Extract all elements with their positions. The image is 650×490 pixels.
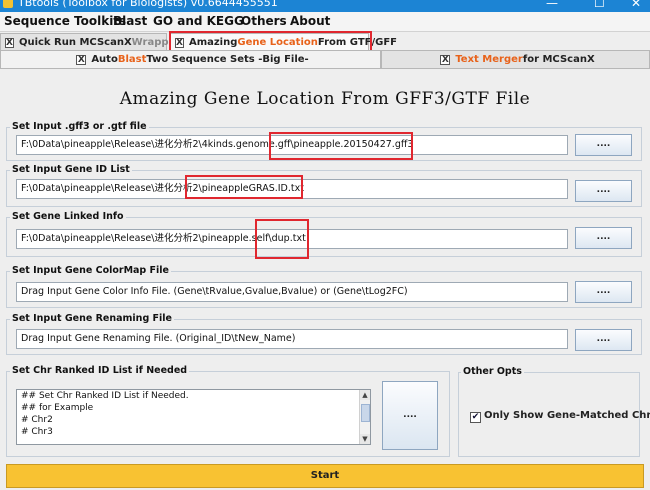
tab-auto-blast[interactable]: X Auto Blast Two Sequence Sets -Big File… [0,50,381,69]
menu-about[interactable]: About [290,14,330,28]
textarea-line: # Chr2 [21,415,53,425]
page-title: Amazing Gene Location From GFF3/GTF File [119,89,531,109]
gff-browse-button[interactable]: .... [575,134,632,156]
window-title: TBtools (Toolbox for Biologists) v0.6644… [18,0,278,9]
linked-label: Set Gene Linked Info [10,211,126,222]
menu-others[interactable]: Others [241,14,287,28]
gene-matched-checkbox[interactable]: ✔ [470,412,481,423]
minimize-icon[interactable]: — [546,0,558,10]
gene-matched-label: Only Show Gene-Matched Chr [484,410,650,421]
renaming-browse-button[interactable]: .... [575,329,632,351]
tab-close-icon[interactable]: X [5,37,14,48]
tab-close-icon[interactable]: X [76,54,87,65]
textarea-line: ## Set Chr Ranked ID List if Needed. [21,391,189,401]
chrlist-label: Set Chr Ranked ID List if Needed [10,365,190,376]
chr-list-textarea[interactable]: ## Set Chr Ranked ID List if Needed. ## … [16,389,371,445]
maximize-icon[interactable]: ☐ [594,0,605,10]
textarea-line: # Chr3 [21,427,53,437]
colormap-label: Set Input Gene ColorMap File [10,265,171,276]
scroll-up-icon[interactable]: ▲ [360,390,370,400]
tab-close-icon[interactable]: X [440,54,451,65]
gff-label: Set Input .gff3 or .gtf file [10,121,149,132]
app-icon [3,0,13,8]
other-opts-label: Other Opts [461,366,524,377]
linked-highlight-box [255,219,309,259]
menu-sequence-toolkits[interactable]: Sequence Toolkits [4,14,126,28]
menu-blast[interactable]: Blast [113,14,147,28]
geneid-label: Set Input Gene ID List [10,164,132,175]
renaming-file-input[interactable]: Drag Input Gene Renaming File. (Original… [16,329,568,349]
scroll-thumb[interactable] [361,404,370,422]
gff-highlight-box [269,132,413,160]
menu-bar: Sequence Toolkits Blast GO and KEGG Othe… [0,12,650,32]
textarea-line: ## for Example [21,403,94,413]
colormap-browse-button[interactable]: .... [575,281,632,303]
tab-text-merger[interactable]: X Text Merger for MCScanX [381,50,650,69]
textarea-scrollbar[interactable]: ▲ ▼ [359,390,370,444]
scroll-down-icon[interactable]: ▼ [360,434,370,444]
geneid-highlight-box [185,175,303,199]
close-icon[interactable]: ✕ [631,0,641,10]
start-button[interactable]: Start [6,464,644,488]
renaming-label: Set Input Gene Renaming File [10,313,175,324]
title-bar: TBtools (Toolbox for Biologists) v0.6644… [0,0,650,12]
menu-go-kegg[interactable]: GO and KEGG [153,14,244,28]
colormap-file-input[interactable]: Drag Input Gene Color Info File. (Gene\t… [16,282,568,302]
chrlist-browse-button[interactable]: .... [382,381,438,450]
geneid-browse-button[interactable]: .... [575,180,632,202]
linked-browse-button[interactable]: .... [575,227,632,249]
